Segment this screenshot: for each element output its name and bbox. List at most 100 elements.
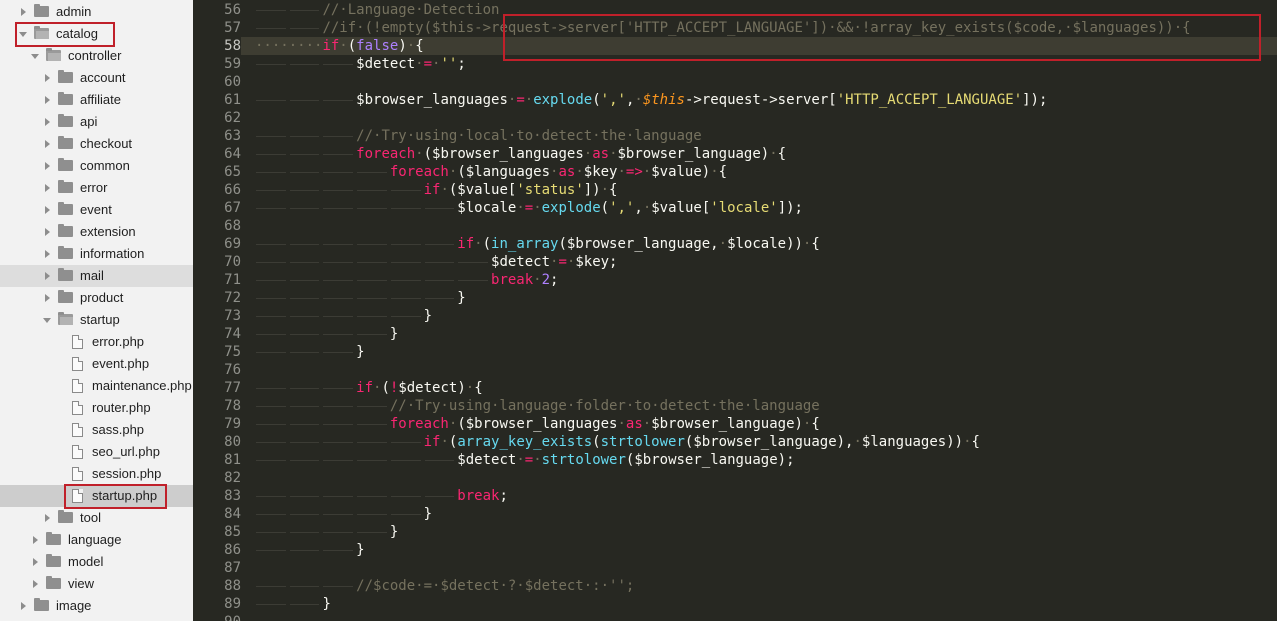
indent-guide	[323, 262, 354, 263]
disclosure-closed-icon[interactable]	[45, 140, 50, 148]
folder-item-startup[interactable]: startup	[0, 309, 193, 331]
folder-item-event[interactable]: event	[0, 199, 193, 221]
code-token: ','	[609, 200, 635, 216]
code-token: {	[811, 236, 820, 252]
disclosure-closed-icon[interactable]	[45, 162, 50, 170]
disclosure-closed-icon[interactable]	[45, 294, 50, 302]
file-item-startup-php[interactable]: startup.php	[0, 485, 193, 507]
indent-guide	[256, 10, 286, 11]
indent-guide	[289, 100, 320, 101]
folder-item-tool[interactable]: tool	[0, 507, 193, 529]
tree-item-label: error	[80, 180, 108, 195]
code-token: }	[356, 542, 365, 558]
indent-guide	[256, 244, 286, 245]
indent-guide	[357, 460, 387, 461]
disclosure-closed-icon[interactable]	[45, 228, 50, 236]
tree-item-label: admin	[56, 4, 92, 19]
indent-guide	[289, 28, 320, 29]
indent-guide	[256, 532, 286, 533]
disclosure-closed-icon[interactable]	[45, 514, 50, 522]
disclosure-closed-icon[interactable]	[21, 8, 26, 16]
folder-item-affiliate[interactable]: affiliate	[0, 89, 193, 111]
code-token: break	[457, 488, 500, 504]
code-editor[interactable]: 56 57 58 59 60 61 62 63 64 65 66 67 68 69 70 71 72 73 74 75…	[193, 0, 1277, 621]
disclosure-closed-icon[interactable]	[45, 206, 50, 214]
line-number: 80	[224, 434, 241, 450]
code-line[interactable]: //if·(!empty($this->request->server['HTT…	[255, 19, 1190, 37]
disclosure-open-icon[interactable]	[43, 318, 51, 323]
code-token: ·	[465, 380, 475, 396]
folder-item-information[interactable]: information	[0, 243, 193, 265]
code-line[interactable]: ········if·(false)·{	[255, 37, 424, 55]
indent-guide	[323, 154, 354, 155]
folder-item-language[interactable]: language	[0, 529, 193, 551]
folder-item-admin[interactable]: admin	[0, 1, 193, 23]
file-item-maintenance-php[interactable]: maintenance.php	[0, 375, 193, 397]
disclosure-closed-icon[interactable]	[45, 184, 50, 192]
file-icon	[72, 335, 83, 349]
code-token: (	[600, 200, 610, 216]
folder-item-catalog[interactable]: catalog	[0, 23, 193, 45]
disclosure-closed-icon[interactable]	[33, 558, 38, 566]
code-line[interactable]: $browser_languages·=·explode(',',·$this-…	[255, 91, 1047, 109]
code-line[interactable]: $detect·=·'';	[255, 55, 466, 73]
tree-item-label: controller	[68, 48, 122, 63]
code-line[interactable]: //·Try·using·local·to·detect·the·languag…	[255, 127, 702, 145]
code-token: ($browser_languages	[423, 146, 584, 162]
disclosure-closed-icon[interactable]	[45, 250, 50, 258]
indent-guide	[323, 208, 354, 209]
folder-item-checkout[interactable]: checkout	[0, 133, 193, 155]
folder-item-model[interactable]: model	[0, 551, 193, 573]
disclosure-open-icon[interactable]	[31, 54, 39, 59]
disclosure-closed-icon[interactable]	[21, 602, 26, 610]
disclosure-open-icon[interactable]	[19, 32, 27, 37]
folder-item-error[interactable]: error	[0, 177, 193, 199]
line-number: 67	[224, 200, 241, 216]
indent-guide	[323, 514, 354, 515]
folder-item-mail[interactable]: mail	[0, 265, 193, 287]
folder-item-view[interactable]: view	[0, 573, 193, 595]
folder-icon	[58, 290, 73, 303]
indent-guide	[424, 208, 455, 209]
code-token: ·	[516, 452, 525, 468]
code-token: ($value[	[448, 182, 517, 198]
file-icon	[72, 467, 83, 481]
indent-guide	[256, 496, 286, 497]
disclosure-closed-icon[interactable]	[45, 272, 50, 280]
indent-guide	[289, 316, 320, 317]
code-token: //·Try·using·local·to·detect·the·languag…	[356, 128, 702, 144]
code-token: ·	[415, 146, 424, 162]
file-item-sass-php[interactable]: sass.php	[0, 419, 193, 441]
indent-guide	[289, 172, 320, 173]
file-item-error-php[interactable]: error.php	[0, 331, 193, 353]
line-number: 85	[224, 524, 241, 540]
folder-item-common[interactable]: common	[0, 155, 193, 177]
tree-item-label: account	[80, 70, 126, 85]
disclosure-closed-icon[interactable]	[45, 96, 50, 104]
folder-item-image[interactable]: image	[0, 595, 193, 617]
code-token: array_key_exists	[457, 434, 593, 450]
indent-guide	[289, 136, 320, 137]
folder-item-controller[interactable]: controller	[0, 45, 193, 67]
folder-item-account[interactable]: account	[0, 67, 193, 89]
disclosure-closed-icon[interactable]	[33, 536, 38, 544]
folder-item-extension[interactable]: extension	[0, 221, 193, 243]
code-token: =>	[625, 164, 643, 180]
folder-item-api[interactable]: api	[0, 111, 193, 133]
disclosure-closed-icon[interactable]	[33, 580, 38, 588]
folder-item-product[interactable]: product	[0, 287, 193, 309]
file-item-seo-url-php[interactable]: seo_url.php	[0, 441, 193, 463]
code-token: if	[457, 236, 475, 252]
line-number: 84	[224, 506, 241, 522]
line-number: 60	[224, 74, 241, 90]
indent-guide	[289, 442, 320, 443]
file-item-router-php[interactable]: router.php	[0, 397, 193, 419]
disclosure-closed-icon[interactable]	[45, 74, 50, 82]
file-item-session-php[interactable]: session.php	[0, 463, 193, 485]
code-token: ·	[406, 38, 416, 54]
folder-icon	[58, 70, 73, 83]
file-item-event-php[interactable]: event.php	[0, 353, 193, 375]
indent-guide	[256, 154, 286, 155]
disclosure-closed-icon[interactable]	[45, 118, 50, 126]
folder-icon	[58, 158, 73, 171]
